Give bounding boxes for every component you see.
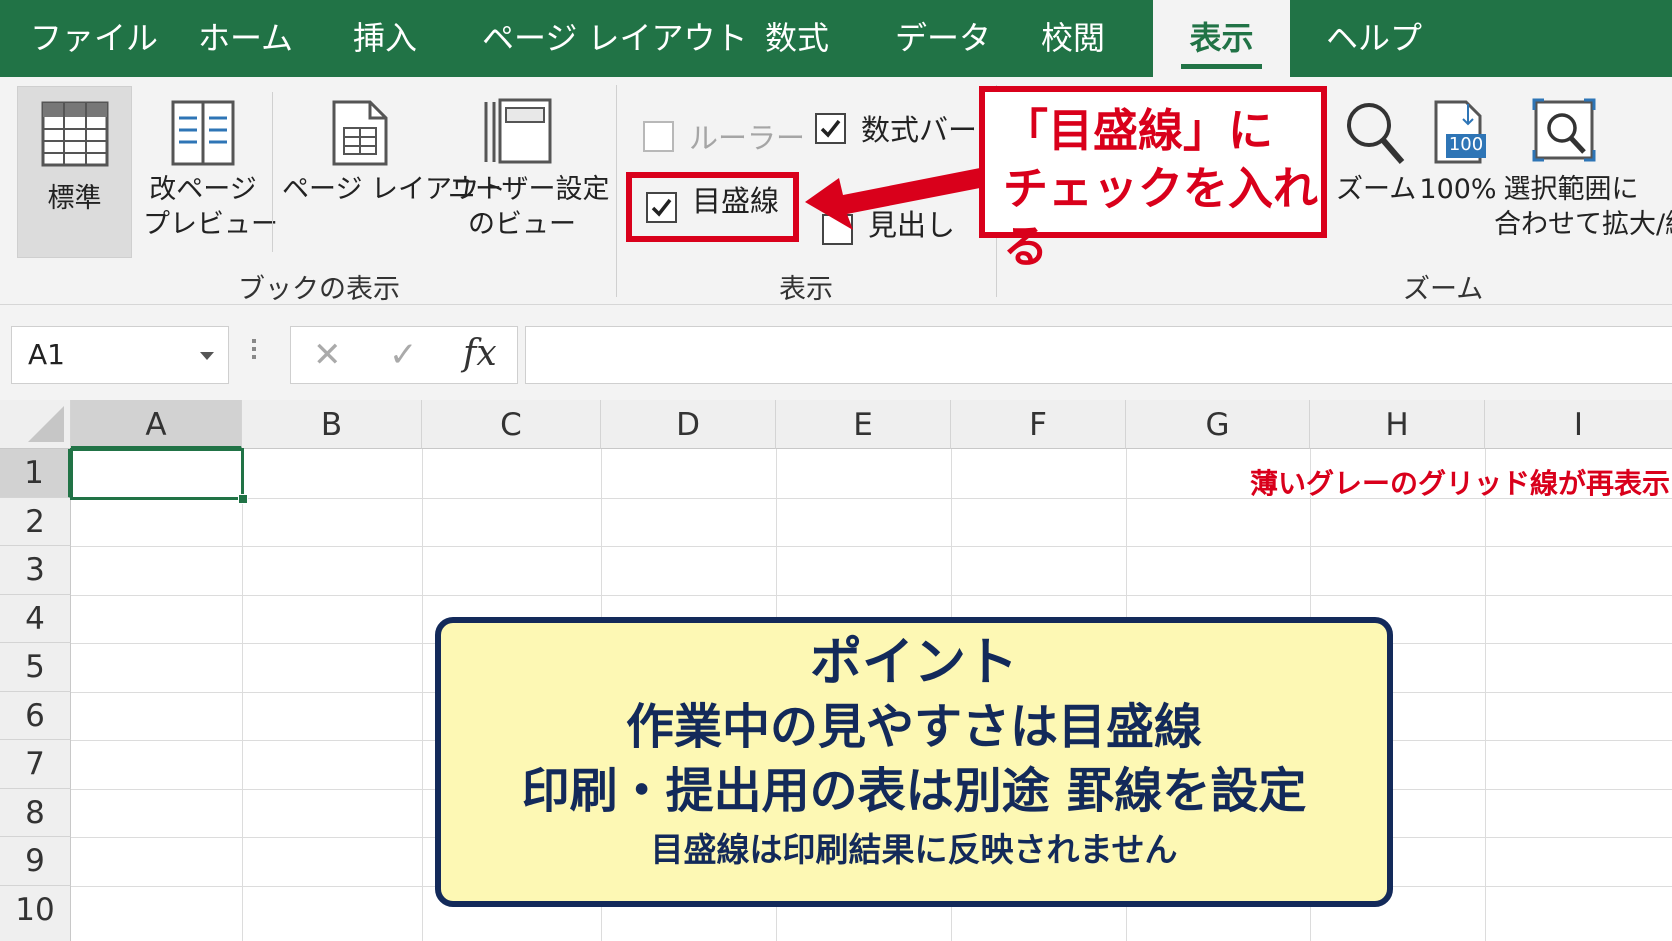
name-box[interactable]: A1 bbox=[11, 326, 229, 384]
page-break-preview-label-1: 改ページ bbox=[149, 174, 257, 205]
gridlines-highlight-box bbox=[626, 172, 799, 242]
zoom-to-selection-icon bbox=[1532, 98, 1596, 162]
tab-page-layout[interactable]: ページ レイアウト bbox=[482, 0, 748, 77]
gridline bbox=[71, 595, 1672, 596]
callout-line-1: 「目盛線」に bbox=[1003, 104, 1274, 157]
ribbon-divider bbox=[272, 92, 273, 252]
row-header-1[interactable]: 1 bbox=[0, 449, 71, 498]
point-box: ポイント 作業中の見やすさは目盛線 印刷・提出用の表は別途 罫線を設定 目盛線は… bbox=[435, 617, 1393, 907]
point-line-2: 印刷・提出用の表は別途 罫線を設定 bbox=[521, 763, 1307, 819]
formula-buttons: ✕ ✓ fx bbox=[290, 326, 518, 384]
zoom-100-label: 100% bbox=[1419, 174, 1497, 205]
row-header-7[interactable]: 7 bbox=[0, 740, 71, 789]
page-layout-view-icon bbox=[332, 100, 388, 166]
normal-view-button[interactable]: 標準 bbox=[17, 86, 132, 258]
active-cell-A1[interactable] bbox=[70, 448, 248, 504]
custom-views-label-1: ユーザー設定 bbox=[448, 174, 610, 205]
page-break-preview-icon bbox=[171, 100, 235, 166]
name-box-value: A1 bbox=[28, 338, 65, 371]
normal-view-label: 標準 bbox=[47, 183, 102, 214]
page-layout-view-button[interactable]: ページ レイアウト bbox=[282, 86, 507, 258]
gridline-note: 薄いグレーのグリッド線が再表示 bbox=[1250, 467, 1671, 500]
page-break-preview-label-2: プレビュー bbox=[143, 209, 278, 240]
row-header-3[interactable]: 3 bbox=[0, 546, 71, 595]
row-header-10[interactable]: 10 bbox=[0, 886, 71, 941]
fill-handle[interactable] bbox=[238, 494, 248, 504]
tab-formulas[interactable]: 数式 bbox=[765, 0, 829, 77]
insert-function-icon[interactable]: fx bbox=[463, 333, 497, 374]
zoom-to-selection-button[interactable]: 選択範囲に 合わせて拡大/縮小 bbox=[1494, 86, 1672, 258]
row-header-4[interactable]: 4 bbox=[0, 595, 71, 643]
group-label-show: 表示 bbox=[779, 274, 833, 305]
column-header-E[interactable]: E bbox=[776, 400, 951, 449]
vertical-ellipsis-icon[interactable] bbox=[252, 335, 258, 375]
ruler-label: ルーラー bbox=[689, 121, 806, 155]
custom-views-label-2: のビュー bbox=[468, 209, 576, 240]
row-header-9[interactable]: 9 bbox=[0, 837, 71, 886]
checkmark-icon bbox=[820, 119, 841, 138]
gridline bbox=[1485, 449, 1486, 941]
tab-review[interactable]: 校閲 bbox=[1041, 0, 1105, 77]
column-header-G[interactable]: G bbox=[1126, 400, 1310, 449]
select-all-triangle-icon bbox=[28, 406, 64, 442]
gridline bbox=[422, 449, 423, 941]
column-header-F[interactable]: F bbox=[951, 400, 1126, 449]
callout-arrow-icon bbox=[805, 167, 985, 230]
point-title: ポイント bbox=[809, 633, 1018, 693]
formula-input[interactable] bbox=[525, 326, 1672, 384]
page-layout-view-label: ページ レイアウト bbox=[282, 174, 507, 205]
tab-help[interactable]: ヘルプ bbox=[1326, 0, 1422, 77]
cancel-icon[interactable]: ✕ bbox=[313, 335, 342, 375]
custom-views-icon bbox=[484, 98, 552, 164]
tab-view[interactable]: 表示 bbox=[1153, 0, 1290, 77]
normal-view-icon bbox=[41, 101, 109, 167]
gridline bbox=[71, 546, 1672, 547]
column-header-D[interactable]: D bbox=[601, 400, 776, 449]
zoom-button[interactable]: ズーム bbox=[1336, 86, 1417, 258]
column-header-A[interactable]: A bbox=[71, 400, 242, 449]
tab-insert[interactable]: 挿入 bbox=[353, 0, 417, 77]
enter-icon[interactable]: ✓ bbox=[389, 335, 418, 375]
ribbon-view: 標準 改ページ プレビュー ページ レイアウト ユーザー設定 のビュー ブックの… bbox=[0, 77, 1672, 305]
zoom-100-button[interactable]: 100 100% bbox=[1418, 86, 1498, 258]
group-divider bbox=[616, 85, 617, 297]
ribbon-tab-bar: ファイル ホーム 挿入 ページ レイアウト 数式 データ 校閲 表示 ヘルプ bbox=[0, 0, 1672, 77]
magnifier-icon bbox=[1347, 103, 1405, 164]
select-all-corner[interactable] bbox=[0, 400, 71, 449]
group-label-workbook-views: ブックの表示 bbox=[238, 274, 400, 305]
callout-line-2: チェックを入れる bbox=[1003, 162, 1319, 273]
zoom-to-selection-label-2: 合わせて拡大/縮小 bbox=[1494, 209, 1672, 240]
tab-data[interactable]: データ bbox=[895, 0, 991, 77]
page-break-preview-button[interactable]: 改ページ プレビュー bbox=[143, 86, 278, 258]
custom-views-button[interactable]: ユーザー設定 のビュー bbox=[448, 86, 610, 258]
active-tab-underline bbox=[1181, 64, 1262, 69]
column-header-I[interactable]: I bbox=[1485, 400, 1672, 449]
point-line-3: 目盛線は印刷結果に反映されません bbox=[650, 830, 1178, 869]
row-header-5[interactable]: 5 bbox=[0, 643, 71, 692]
tab-file[interactable]: ファイル bbox=[30, 0, 158, 77]
tab-view-label: 表示 bbox=[1189, 19, 1254, 57]
column-header-H[interactable]: H bbox=[1310, 400, 1485, 449]
formula-bar-checkbox[interactable] bbox=[815, 113, 846, 144]
zoom-to-selection-label-1: 選択範囲に bbox=[1503, 174, 1639, 205]
callout-box: 「目盛線」に チェックを入れる bbox=[979, 86, 1327, 273]
column-header-C[interactable]: C bbox=[422, 400, 601, 449]
ruler-checkbox[interactable] bbox=[643, 121, 674, 152]
zoom-100-icon-text: 100 bbox=[1448, 134, 1484, 155]
row-header-6[interactable]: 6 bbox=[0, 692, 71, 740]
row-header-2[interactable]: 2 bbox=[0, 498, 71, 546]
formula-bar: A1 ✕ ✓ fx bbox=[0, 305, 1672, 400]
point-line-1: 作業中の見やすさは目盛線 bbox=[625, 699, 1202, 755]
zoom-label: ズーム bbox=[1336, 174, 1417, 205]
row-header-8[interactable]: 8 bbox=[0, 789, 71, 837]
column-header-B[interactable]: B bbox=[242, 400, 422, 449]
group-label-zoom: ズーム bbox=[1403, 274, 1484, 305]
tab-home[interactable]: ホーム bbox=[198, 0, 293, 77]
chevron-down-icon[interactable] bbox=[200, 352, 214, 360]
gridline bbox=[242, 449, 243, 941]
